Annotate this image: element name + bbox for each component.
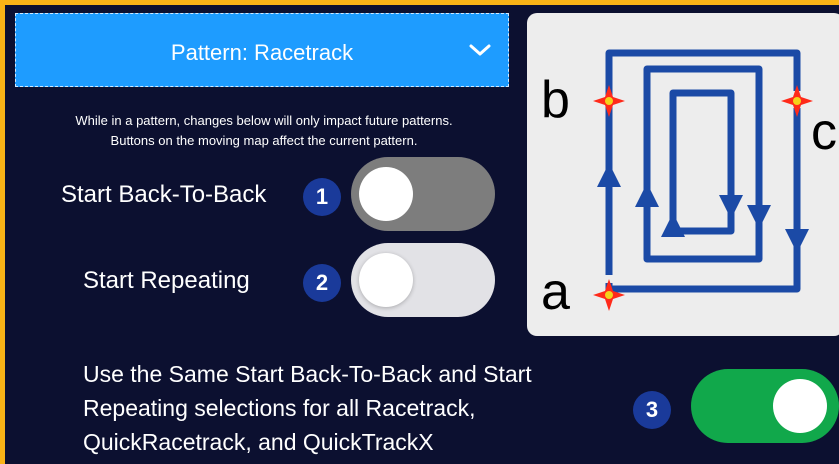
badge-3: 3	[633, 391, 671, 429]
settings-panel: Pattern: Racetrack While in a pattern, c…	[5, 5, 839, 464]
pattern-note: While in a pattern, changes below will o…	[5, 111, 523, 151]
start-repeating-label: Start Repeating	[83, 267, 250, 294]
pattern-note-line-2: Buttons on the moving map affect the cur…	[110, 133, 418, 148]
toggle-knob	[359, 167, 413, 221]
racetrack-diagram: b c a	[527, 13, 839, 336]
pattern-dropdown[interactable]: Pattern: Racetrack	[15, 13, 509, 87]
pattern-note-line-1: While in a pattern, changes below will o…	[75, 113, 453, 128]
diagram-label-b: b	[541, 71, 570, 129]
pattern-dropdown-label: Pattern: Racetrack	[170, 40, 354, 65]
chevron-down-icon	[469, 44, 491, 56]
diagram-label-a: a	[541, 263, 570, 321]
toggle-knob	[359, 253, 413, 307]
same-selection-line-2: Repeating selections for all Racetrack,	[83, 395, 476, 421]
badge-2: 2	[303, 264, 341, 302]
diagram-label-c: c	[811, 103, 837, 161]
badge-1: 1	[303, 178, 341, 216]
start-back-to-back-toggle[interactable]	[351, 157, 495, 231]
racetrack-diagram-graphic: b c a	[541, 49, 837, 321]
same-selection-line-1: Use the Same Start Back-To-Back and Star…	[83, 361, 532, 387]
start-back-to-back-label: Start Back-To-Back	[61, 181, 267, 208]
same-selection-toggle[interactable]	[691, 369, 839, 443]
toggle-knob	[773, 379, 827, 433]
same-selection-line-3: QuickRacetrack, and QuickTrackX	[83, 429, 434, 455]
start-repeating-toggle[interactable]	[351, 243, 495, 317]
same-selection-description: Use the Same Start Back-To-Back and Star…	[83, 357, 643, 459]
